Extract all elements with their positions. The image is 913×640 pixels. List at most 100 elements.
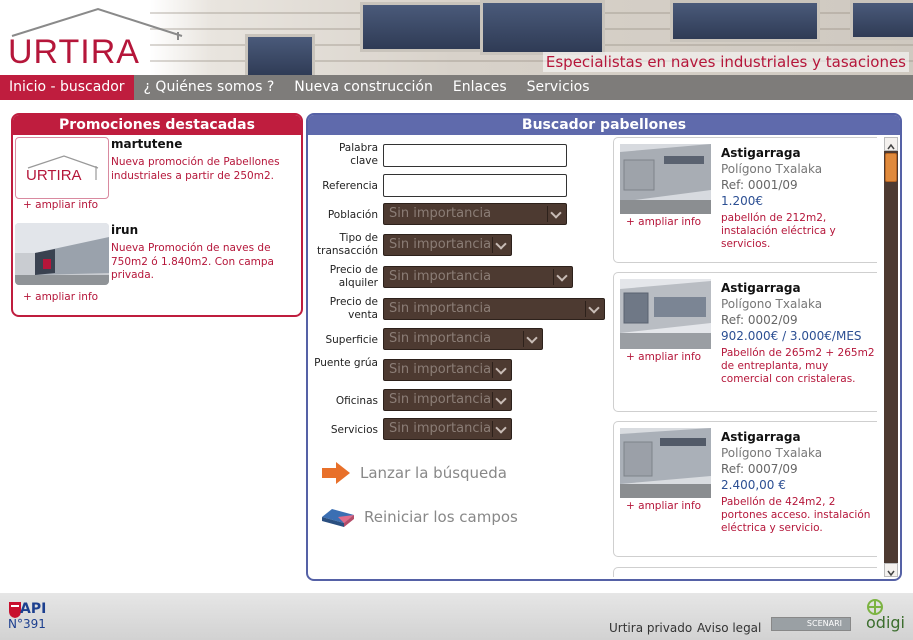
reference-input[interactable]	[383, 174, 567, 197]
offices-select-value: Sin importancia	[389, 392, 492, 407]
nav-item-quienes-somos[interactable]: ¿ Quiénes somos ?	[134, 75, 285, 100]
odigi-logo[interactable]: odigi	[866, 613, 905, 632]
scroll-up-button[interactable]	[884, 137, 898, 151]
svg-text:URTIRA: URTIRA	[26, 167, 82, 184]
result-description: Pabellón de 424m2, 2 portones acceso. in…	[721, 496, 871, 534]
promo-more-info-link[interactable]: + ampliar info	[23, 291, 98, 303]
sale-price-select-value: Sin importancia	[389, 301, 492, 316]
result-card: + ampliar info Astigarraga Polígono Txal…	[613, 272, 877, 412]
results-scrollbar[interactable]	[884, 137, 898, 577]
rent-price-select[interactable]: Sin importancia	[383, 266, 573, 288]
promo-name[interactable]: martutene	[111, 137, 182, 151]
result-area: Polígono Txalaka	[721, 297, 823, 311]
launch-search-label: Lanzar la búsqueda	[360, 464, 507, 482]
scenari-badge[interactable]: SCENARI	[771, 617, 851, 631]
result-more-info-link[interactable]: + ampliar info	[626, 500, 701, 512]
result-reference: Ref: 0001/09	[721, 178, 798, 192]
result-town[interactable]: Astigarraga	[721, 281, 801, 295]
result-reference: Ref: 0002/09	[721, 313, 798, 327]
rent-price-label: Precio de alquiler	[329, 264, 378, 289]
services-label: Servicios	[330, 424, 378, 436]
result-area: Polígono Txalaka	[721, 446, 823, 460]
eraser-icon	[322, 509, 354, 527]
services-select-value: Sin importancia	[389, 421, 492, 436]
private-area-link[interactable]: Urtira privado	[609, 621, 692, 635]
api-logo: API	[20, 601, 47, 617]
result-photo[interactable]	[620, 279, 711, 349]
sale-price-label: Precio de venta	[329, 296, 378, 321]
promo-description: Nueva promoción de Pabellones industrial…	[111, 156, 280, 182]
chevron-down-icon	[557, 271, 567, 281]
chevron-down-icon	[551, 208, 561, 218]
search-title: Buscador pabellones	[308, 115, 900, 135]
reference-label: Referencia	[322, 180, 378, 192]
result-more-info-link[interactable]: + ampliar info	[626, 216, 701, 228]
result-description: Pabellón de 265m2 + 265m2 de entreplanta…	[721, 347, 875, 385]
surface-select[interactable]: Sin importancia	[383, 328, 543, 350]
transaction-select-value: Sin importancia	[389, 237, 492, 252]
crane-select[interactable]: Sin importancia	[383, 359, 512, 381]
promo-description: Nueva Promoción de naves de 750m2 ó 1.84…	[111, 242, 274, 281]
crane-select-value: Sin importancia	[389, 362, 492, 377]
chevron-down-icon	[496, 423, 506, 433]
population-select-value: Sin importancia	[389, 206, 492, 221]
chevron-down-icon	[496, 364, 506, 374]
promotions-title: Promociones destacadas	[13, 115, 301, 135]
main-nav: Inicio - buscador ¿ Quiénes somos ? Nuev…	[0, 75, 913, 100]
rent-price-select-value: Sin importancia	[389, 269, 492, 284]
promo-thumbnail-logo[interactable]: URTIRA	[15, 137, 109, 199]
result-price: 1.200€	[721, 194, 763, 208]
services-select[interactable]: Sin importancia	[383, 418, 512, 440]
footer: API N°391 Urtira privado Aviso legal SCE…	[0, 593, 913, 640]
result-more-info-link[interactable]: + ampliar info	[626, 351, 701, 363]
result-reference: Ref: 0007/09	[721, 462, 798, 476]
result-area: Polígono Txalaka	[721, 162, 823, 176]
results-list: + ampliar info Astigarraga Polígono Txal…	[613, 137, 877, 577]
population-select[interactable]: Sin importancia	[383, 203, 567, 225]
population-label: Población	[327, 209, 378, 221]
launch-search-button[interactable]: Lanzar la búsqueda	[320, 460, 507, 486]
logo[interactable]: URTIRA	[8, 33, 140, 72]
promo-more-info-link[interactable]: + ampliar info	[23, 199, 98, 211]
result-town[interactable]: Astigarraga	[721, 430, 801, 444]
chevron-down-icon	[527, 333, 537, 343]
promo-item: URTIRA martutene Nueva promoción de Pabe…	[15, 137, 301, 227]
tagline: Especialistas en naves industriales y ta…	[542, 52, 909, 72]
header: URTIRA Especialistas en naves industrial…	[0, 0, 913, 75]
result-photo[interactable]	[620, 428, 711, 498]
surface-label: Superficie	[325, 334, 378, 346]
promotions-panel: Promociones destacadas URTIRA martutene …	[11, 113, 303, 317]
result-photo[interactable]	[620, 144, 711, 214]
chevron-down-icon	[496, 394, 506, 404]
surface-select-value: Sin importancia	[389, 331, 492, 346]
promo-thumbnail-photo[interactable]	[15, 223, 109, 285]
result-town[interactable]: Astigarraga	[721, 146, 801, 160]
promo-name[interactable]: irun	[111, 223, 138, 237]
reset-fields-button[interactable]: Reiniciar los campos	[320, 505, 518, 529]
result-description: pabellón de 212m2, instalación eléctrica…	[721, 212, 836, 250]
nav-item-servicios[interactable]: Servicios	[517, 75, 600, 100]
api-number: N°391	[8, 617, 46, 631]
legal-notice-link[interactable]: Aviso legal	[697, 621, 761, 635]
result-card: + ampliar info Astigarraga Polígono Txal…	[613, 421, 877, 557]
keyword-input[interactable]	[383, 144, 567, 167]
keyword-label: Palabra clave	[338, 142, 378, 167]
offices-select[interactable]: Sin importancia	[383, 389, 512, 411]
reset-fields-label: Reiniciar los campos	[364, 508, 518, 526]
transaction-label: Tipo de transacción	[317, 232, 378, 257]
offices-label: Oficinas	[335, 395, 378, 407]
scrollbar-thumb[interactable]	[885, 153, 897, 182]
crane-label: Puente grúa	[314, 357, 378, 369]
result-price: 902.000€ / 3.000€/MES	[721, 329, 862, 343]
search-panel: Buscador pabellones Palabra clave Refere…	[306, 113, 902, 581]
nav-item-nueva-construccion[interactable]: Nueva construcción	[284, 75, 443, 100]
chevron-down-icon	[589, 303, 599, 313]
scroll-down-button[interactable]	[884, 563, 898, 577]
nav-item-inicio[interactable]: Inicio - buscador	[0, 75, 134, 100]
promo-item: irun Nueva Promoción de naves de 750m2 ó…	[15, 223, 301, 313]
nav-item-enlaces[interactable]: Enlaces	[443, 75, 517, 100]
sale-price-select[interactable]: Sin importancia	[383, 298, 605, 320]
arrow-right-icon	[322, 462, 350, 484]
transaction-select[interactable]: Sin importancia	[383, 234, 512, 256]
chevron-down-icon	[496, 239, 506, 249]
